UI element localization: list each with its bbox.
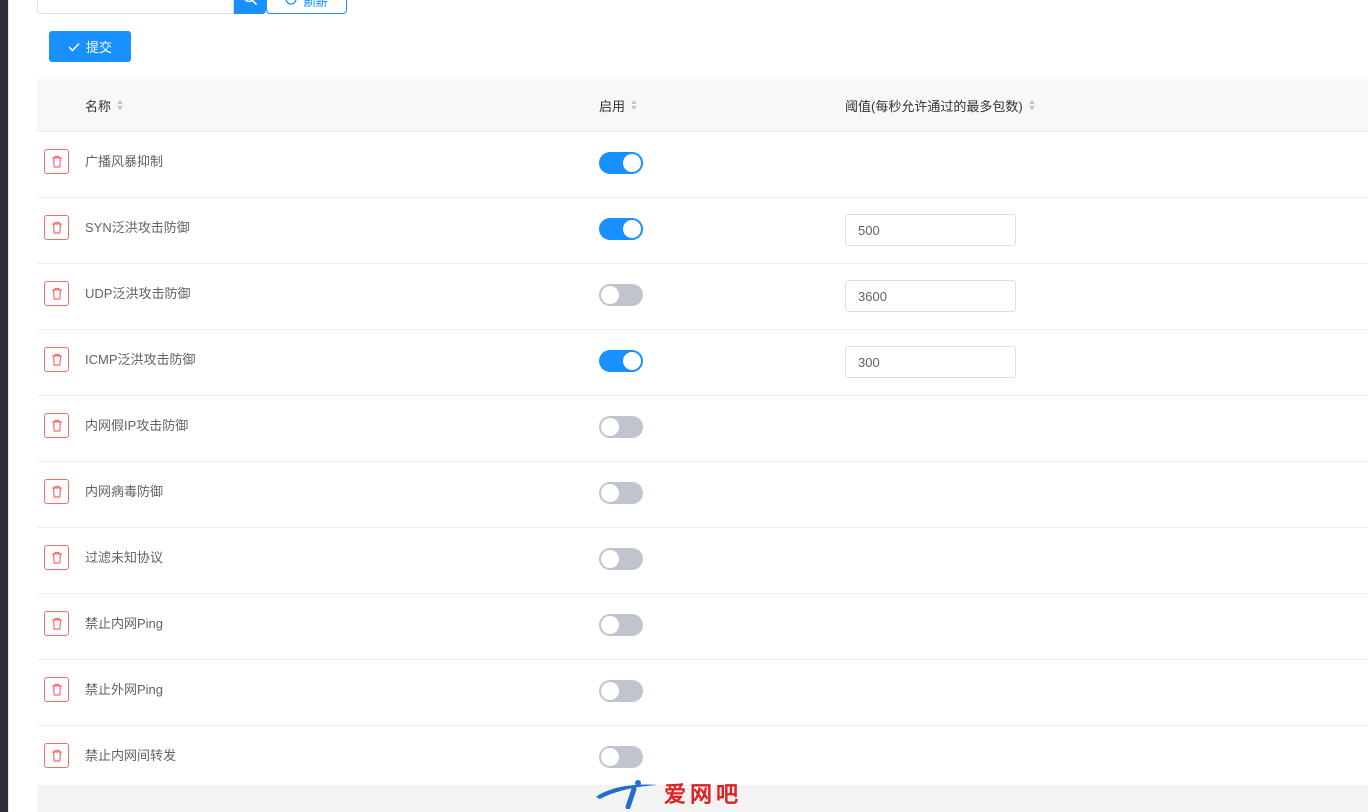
sidebar-edge <box>0 0 8 812</box>
row-name: UDP泛洪攻击防御 <box>85 286 191 301</box>
table-row: 内网假IP攻击防御 <box>37 396 1368 462</box>
page-divider <box>8 0 9 812</box>
threshold-input[interactable] <box>845 346 1016 378</box>
delete-button[interactable] <box>44 413 69 438</box>
check-icon <box>68 42 80 52</box>
column-name-header[interactable]: 名称 <box>85 79 124 131</box>
switch-knob <box>601 484 619 502</box>
trash-icon <box>51 551 62 564</box>
enable-switch[interactable] <box>599 680 643 702</box>
switch-knob <box>623 220 641 238</box>
trash-icon <box>51 155 62 168</box>
watermark-text: 爱网吧 <box>664 782 743 807</box>
enable-switch[interactable] <box>599 746 643 768</box>
sort-icon[interactable] <box>631 100 638 110</box>
switch-knob <box>601 748 619 766</box>
delete-button[interactable] <box>44 347 69 372</box>
column-enabled-header[interactable]: 启用 <box>599 79 638 131</box>
trash-icon <box>51 485 62 498</box>
trash-icon <box>51 683 62 696</box>
enable-switch[interactable] <box>599 350 643 372</box>
enable-switch[interactable] <box>599 416 643 438</box>
switch-knob <box>601 550 619 568</box>
delete-button[interactable] <box>44 545 69 570</box>
table-row: 禁止外网Ping <box>37 660 1368 726</box>
column-threshold-header[interactable]: 阈值(每秒允许通过的最多包数) <box>845 79 1035 131</box>
switch-knob <box>623 154 641 172</box>
trash-icon <box>51 749 62 762</box>
table-row: SYN泛洪攻击防御 <box>37 198 1368 264</box>
submit-label: 提交 <box>85 40 112 55</box>
table-row: 禁止内网Ping <box>37 594 1368 660</box>
row-name: 禁止内网间转发 <box>85 748 177 763</box>
table-row: 广播风暴抑制 <box>37 132 1368 198</box>
threshold-input[interactable] <box>845 214 1016 246</box>
delete-button[interactable] <box>44 149 69 174</box>
threshold-input[interactable] <box>845 280 1016 312</box>
submit-button[interactable]: 提交 <box>49 31 131 62</box>
search-button[interactable] <box>234 0 266 14</box>
delete-button[interactable] <box>44 677 69 702</box>
refresh-button[interactable]: 刷新 <box>266 0 347 14</box>
column-label: 名称 <box>85 98 112 114</box>
sort-icon[interactable] <box>1028 100 1035 110</box>
delete-button[interactable] <box>44 281 69 306</box>
row-name: 内网假IP攻击防御 <box>85 418 189 433</box>
delete-button[interactable] <box>44 611 69 636</box>
sort-icon[interactable] <box>117 100 124 110</box>
table-header: 名称 启用 阈值(每秒允许通过的最多包数) <box>37 79 1368 132</box>
row-name: 内网病毒防御 <box>85 484 164 499</box>
watermark-logo: 爱网吧 <box>594 777 774 809</box>
trash-icon <box>51 287 62 300</box>
row-name: 禁止外网Ping <box>85 682 164 697</box>
enable-switch[interactable] <box>599 284 643 306</box>
search-input[interactable] <box>37 0 234 14</box>
trash-icon <box>51 353 62 366</box>
delete-button[interactable] <box>44 479 69 504</box>
row-name: 禁止内网Ping <box>85 616 164 631</box>
trash-icon <box>51 419 62 432</box>
table-row: UDP泛洪攻击防御 <box>37 264 1368 330</box>
enable-switch[interactable] <box>599 614 643 636</box>
table-row: ICMP泛洪攻击防御 <box>37 330 1368 396</box>
switch-knob <box>601 286 619 304</box>
delete-button[interactable] <box>44 743 69 768</box>
trash-icon <box>51 221 62 234</box>
table-row: 过滤未知协议 <box>37 528 1368 594</box>
refresh-label: 刷新 <box>303 0 328 7</box>
switch-knob <box>623 352 641 370</box>
table-row: 内网病毒防御 <box>37 462 1368 528</box>
enable-switch[interactable] <box>599 548 643 570</box>
refresh-icon <box>285 0 297 5</box>
enable-switch[interactable] <box>599 482 643 504</box>
switch-knob <box>601 418 619 436</box>
column-label: 阈值(每秒允许通过的最多包数) <box>845 98 1023 114</box>
column-label: 启用 <box>599 98 626 114</box>
trash-icon <box>51 617 62 630</box>
switch-knob <box>601 616 619 634</box>
switch-knob <box>601 682 619 700</box>
row-name: 广播风暴抑制 <box>85 154 164 169</box>
enable-switch[interactable] <box>599 152 643 174</box>
delete-button[interactable] <box>44 215 69 240</box>
enable-switch[interactable] <box>599 218 643 240</box>
row-name: 过滤未知协议 <box>85 550 164 565</box>
row-name: SYN泛洪攻击防御 <box>85 220 190 235</box>
protection-table: 名称 启用 阈值(每秒允许通过的最多包数) 广播风暴抑制 SYN泛洪攻击防御 U… <box>37 79 1368 792</box>
logo-swoosh-icon <box>596 780 658 809</box>
row-name: ICMP泛洪攻击防御 <box>85 352 196 367</box>
search-icon <box>244 0 257 5</box>
